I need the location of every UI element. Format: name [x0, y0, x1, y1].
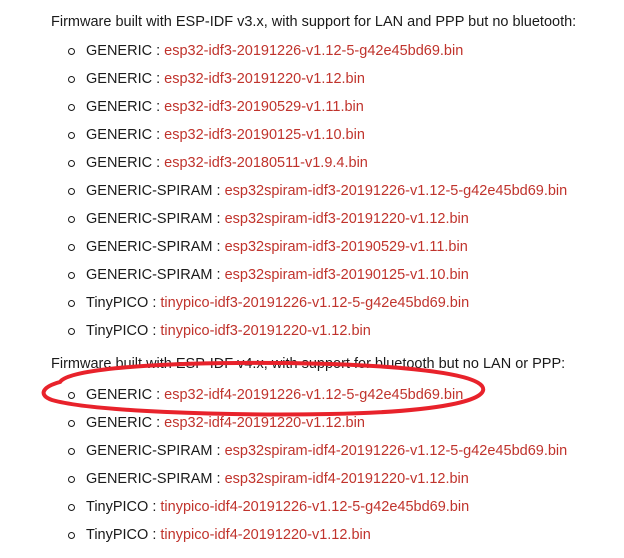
separator: : [148, 295, 161, 311]
bullet-icon [68, 216, 75, 223]
bullet-icon [68, 104, 75, 111]
bullet-icon [68, 476, 75, 483]
separator: : [212, 211, 225, 227]
list-item: GENERIC-SPIRAM : esp32spiram-idf4-201912… [0, 442, 567, 470]
firmware-download-link[interactable]: esp32-idf4-20191220-v1.12.bin [164, 415, 365, 431]
board-name: GENERIC [86, 71, 153, 87]
firmware-list-idf3: GENERIC : esp32-idf3-20191226-v1.12-5-g4… [0, 42, 567, 350]
board-name: TinyPICO [86, 295, 149, 311]
board-name: GENERIC-SPIRAM [86, 267, 213, 283]
firmware-download-link[interactable]: tinypico-idf4-20191220-v1.12.bin [160, 527, 370, 543]
list-item: TinyPICO : tinypico-idf4-20191226-v1.12-… [0, 498, 567, 526]
board-name: GENERIC [86, 99, 153, 115]
separator: : [212, 267, 225, 283]
list-item-highlighted: GENERIC : esp32-idf4-20191226-v1.12-5-g4… [0, 386, 567, 414]
board-name: GENERIC-SPIRAM [86, 239, 213, 255]
bullet-icon [68, 132, 75, 139]
firmware-download-link[interactable]: esp32spiram-idf3-20191220-v1.12.bin [225, 211, 469, 227]
list-item: GENERIC : esp32-idf3-20180511-v1.9.4.bin [0, 154, 567, 182]
list-item: GENERIC : esp32-idf3-20191220-v1.12.bin [0, 70, 567, 98]
firmware-download-link[interactable]: esp32spiram-idf3-20190125-v1.10.bin [225, 267, 469, 283]
firmware-download-link[interactable]: esp32-idf3-20191220-v1.12.bin [164, 71, 365, 87]
board-name: GENERIC [86, 127, 153, 143]
separator: : [152, 127, 165, 143]
list-item: TinyPICO : tinypico-idf4-20191220-v1.12.… [0, 526, 567, 554]
bullet-icon [68, 188, 75, 195]
list-item: GENERIC-SPIRAM : esp32spiram-idf3-201912… [0, 210, 567, 238]
board-name: GENERIC-SPIRAM [86, 183, 213, 199]
firmware-download-link[interactable]: esp32-idf3-20190529-v1.11.bin [164, 99, 364, 115]
firmware-download-link[interactable]: esp32-idf3-20180511-v1.9.4.bin [164, 155, 368, 171]
bullet-icon [68, 532, 75, 539]
firmware-download-link[interactable]: esp32spiram-idf4-20191226-v1.12-5-g42e45… [225, 443, 568, 459]
board-name: GENERIC [86, 387, 153, 403]
board-name: GENERIC [86, 415, 153, 431]
list-item: GENERIC : esp32-idf4-20191220-v1.12.bin [0, 414, 567, 442]
firmware-download-link[interactable]: esp32spiram-idf3-20190529-v1.11.bin [225, 239, 468, 255]
board-name: GENERIC [86, 43, 153, 59]
board-name: GENERIC-SPIRAM [86, 471, 213, 487]
firmware-download-link[interactable]: esp32-idf3-20191226-v1.12-5-g42e45bd69.b… [164, 43, 463, 59]
firmware-download-link[interactable]: esp32-idf4-20191226-v1.12-5-g42e45bd69.b… [164, 387, 463, 403]
list-item: GENERIC-SPIRAM : esp32spiram-idf3-201912… [0, 182, 567, 210]
separator: : [152, 415, 165, 431]
separator: : [212, 471, 225, 487]
firmware-download-link[interactable]: tinypico-idf3-20191220-v1.12.bin [160, 323, 370, 339]
bullet-icon [68, 392, 75, 399]
separator: : [152, 155, 165, 171]
list-item: GENERIC-SPIRAM : esp32spiram-idf3-201905… [0, 238, 567, 266]
bullet-icon [68, 272, 75, 279]
separator: : [212, 183, 225, 199]
list-item: GENERIC : esp32-idf3-20191226-v1.12-5-g4… [0, 42, 567, 70]
firmware-download-link[interactable]: esp32-idf3-20190125-v1.10.bin [164, 127, 365, 143]
board-name: GENERIC-SPIRAM [86, 443, 213, 459]
firmware-download-page: Firmware built with ESP-IDF v3.x, with s… [0, 0, 624, 558]
bullet-icon [68, 328, 75, 335]
firmware-download-link[interactable]: esp32spiram-idf4-20191220-v1.12.bin [225, 471, 469, 487]
board-name: GENERIC-SPIRAM [86, 211, 213, 227]
bullet-icon [68, 448, 75, 455]
separator: : [152, 43, 165, 59]
separator: : [152, 99, 165, 115]
list-item: GENERIC : esp32-idf3-20190529-v1.11.bin [0, 98, 567, 126]
list-item: TinyPICO : tinypico-idf3-20191226-v1.12-… [0, 294, 567, 322]
firmware-download-link[interactable]: esp32spiram-idf3-20191226-v1.12-5-g42e45… [225, 183, 568, 199]
bullet-icon [68, 160, 75, 167]
list-item: TinyPICO : tinypico-idf3-20191220-v1.12.… [0, 322, 567, 350]
bullet-icon [68, 76, 75, 83]
firmware-download-link[interactable]: tinypico-idf3-20191226-v1.12-5-g42e45bd6… [160, 295, 469, 311]
list-item: GENERIC-SPIRAM : esp32spiram-idf3-201901… [0, 266, 567, 294]
bullet-icon [68, 244, 75, 251]
board-name: TinyPICO [86, 499, 149, 515]
separator: : [148, 323, 161, 339]
firmware-download-link[interactable]: tinypico-idf4-20191226-v1.12-5-g42e45bd6… [160, 499, 469, 515]
list-item: GENERIC : esp32-idf3-20190125-v1.10.bin [0, 126, 567, 154]
separator: : [212, 443, 225, 459]
separator: : [152, 71, 165, 87]
separator: : [152, 387, 165, 403]
board-name: TinyPICO [86, 527, 149, 543]
board-name: GENERIC [86, 155, 153, 171]
bullet-icon [68, 300, 75, 307]
board-name: TinyPICO [86, 323, 149, 339]
section-heading-idf4: Firmware built with ESP-IDF v4.x, with s… [51, 356, 566, 372]
bullet-icon [68, 420, 75, 427]
section-heading-idf3: Firmware built with ESP-IDF v3.x, with s… [51, 14, 577, 30]
list-item: GENERIC-SPIRAM : esp32spiram-idf4-201912… [0, 470, 567, 498]
firmware-list-idf4: GENERIC : esp32-idf4-20191226-v1.12-5-g4… [0, 386, 567, 554]
bullet-icon [68, 504, 75, 511]
separator: : [148, 527, 161, 543]
separator: : [212, 239, 225, 255]
bullet-icon [68, 48, 75, 55]
separator: : [148, 499, 161, 515]
